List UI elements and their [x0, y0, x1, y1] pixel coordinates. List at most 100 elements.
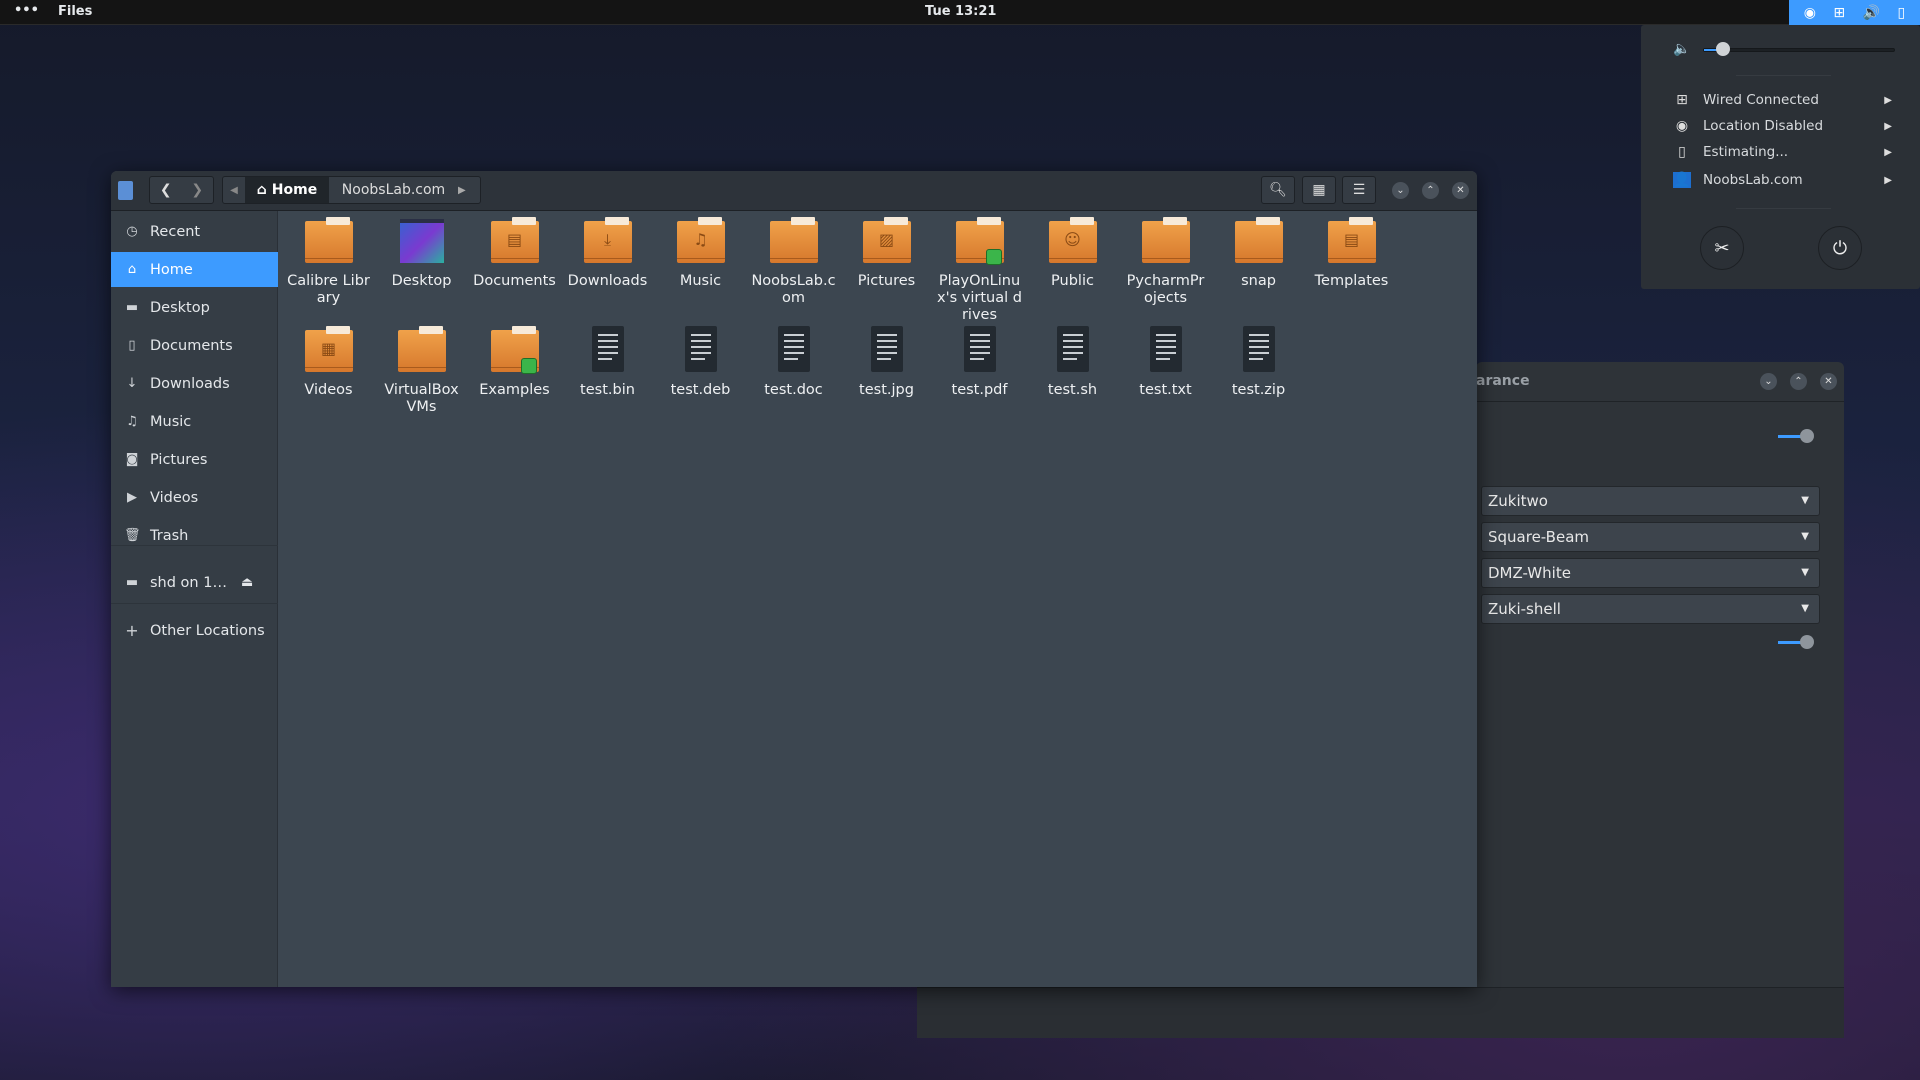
- folder-item[interactable]: ♫ Music: [654, 217, 747, 290]
- folder-icon: ☺: [1048, 217, 1097, 265]
- file-cabinet-icon: [118, 181, 133, 200]
- file-item[interactable]: test.doc: [747, 326, 840, 399]
- folder-item[interactable]: VirtualBox VMs: [375, 326, 468, 416]
- system-tray[interactable]: ◉ ⊞ 🔊 ▯: [1789, 0, 1920, 25]
- folder-item[interactable]: ⤓ Downloads: [561, 217, 654, 290]
- folder-icon: ▤: [1327, 217, 1376, 265]
- folder-item[interactable]: ▤ Documents: [468, 217, 561, 290]
- network-folder-icon: ▬: [125, 575, 139, 590]
- sidebar-item-documents[interactable]: ▯ Documents: [111, 328, 278, 363]
- minimize-button[interactable]: ⌄: [1392, 182, 1409, 199]
- folder-item[interactable]: PycharmProjects: [1119, 217, 1212, 307]
- dropdown-value: Zukitwo: [1488, 492, 1548, 510]
- folder-item[interactable]: NoobsLab.com: [747, 217, 840, 307]
- theme-dropdown[interactable]: Square-Beam ▼: [1481, 522, 1820, 552]
- sidebar-item-trash[interactable]: 🗑 Trash: [111, 518, 278, 553]
- activities-button[interactable]: •••: [14, 3, 39, 18]
- home-icon: ⌂: [256, 182, 267, 198]
- battery-icon: ▯: [1678, 144, 1686, 160]
- path-home[interactable]: ⌂ Home: [245, 177, 329, 203]
- plus-icon: +: [125, 621, 139, 640]
- download-icon: ↓: [126, 376, 138, 391]
- toggle-switch[interactable]: [1778, 635, 1814, 649]
- close-button[interactable]: ✕: [1820, 373, 1837, 390]
- sidebar-item-other-locations[interactable]: + Other Locations: [111, 613, 278, 648]
- search-button[interactable]: 🔍︎: [1261, 176, 1295, 204]
- network-wired-icon: ⊞: [1833, 4, 1846, 21]
- toggle-switch[interactable]: [1778, 429, 1814, 443]
- settings-icon: ✂: [1714, 237, 1730, 259]
- item-label: Downloads: [567, 273, 648, 289]
- theme-dropdown[interactable]: Zuki-shell ▼: [1481, 594, 1820, 624]
- file-item[interactable]: test.zip: [1212, 326, 1305, 399]
- sidebar-item-network-mount[interactable]: ▬ shd on 1… ⏏: [111, 565, 278, 600]
- clock[interactable]: Tue 13:21: [925, 4, 996, 19]
- folder-item[interactable]: Desktop: [375, 217, 468, 290]
- appearance-title: arance: [1476, 373, 1530, 389]
- minimize-button[interactable]: ⌄: [1760, 373, 1777, 390]
- folder-item[interactable]: Calibre Library: [282, 217, 375, 307]
- sidebar-item-label: Downloads: [150, 375, 230, 392]
- sidebar-item-downloads[interactable]: ↓ Downloads: [111, 366, 278, 401]
- back-button[interactable]: ❮: [160, 182, 172, 198]
- sidebar-item-label: Documents: [150, 337, 233, 354]
- sidebar-item-recent[interactable]: ◷ Recent: [111, 214, 278, 249]
- theme-dropdown[interactable]: DMZ-White ▼: [1481, 558, 1820, 588]
- sidebar-item-label: Videos: [150, 489, 199, 506]
- eject-icon[interactable]: ⏏: [241, 575, 253, 590]
- sidebar-item-videos[interactable]: ▶ Videos: [111, 480, 278, 515]
- item-label: Public: [1051, 273, 1094, 289]
- settings-button[interactable]: ✂: [1700, 226, 1744, 270]
- grid-view-button[interactable]: ▦: [1302, 176, 1336, 204]
- menu-button[interactable]: ☰: [1342, 176, 1376, 204]
- file-item[interactable]: test.pdf: [933, 326, 1026, 399]
- folder-item[interactable]: snap: [1212, 217, 1305, 290]
- folder-item[interactable]: ☺ Public: [1026, 217, 1119, 290]
- menu-item-label: Estimating...: [1703, 144, 1789, 160]
- folder-icon: ▨: [862, 217, 911, 265]
- clock-icon: ◷: [126, 224, 138, 239]
- folder-item[interactable]: PlayOnLinux's virtual drives: [933, 217, 1026, 324]
- app-menu[interactable]: Files: [58, 4, 92, 19]
- menu-item-label: NoobsLab.com: [1703, 172, 1803, 188]
- menu-item-noobslab-com[interactable]: 👤 NoobsLab.com ▶: [1641, 168, 1920, 192]
- path-scroll-left[interactable]: ◀: [223, 185, 245, 196]
- sidebar-item-home[interactable]: ⌂ Home: [111, 252, 278, 287]
- item-label: test.zip: [1231, 382, 1286, 398]
- sidebar-item-pictures[interactable]: ◙ Pictures: [111, 442, 278, 477]
- maximize-button[interactable]: ⌃: [1790, 373, 1807, 390]
- chevron-down-icon: ▼: [1801, 567, 1809, 578]
- path-label: Home: [271, 182, 318, 198]
- file-item[interactable]: test.deb: [654, 326, 747, 399]
- menu-item-wired-connected[interactable]: ⊞ Wired Connected ▶: [1641, 88, 1920, 112]
- folder-item[interactable]: Examples: [468, 326, 561, 399]
- item-label: test.bin: [580, 382, 635, 398]
- forward-button[interactable]: ❯: [191, 182, 203, 198]
- menu-item-location-disabled[interactable]: ◉ Location Disabled ▶: [1641, 114, 1920, 138]
- sidebar-item-label: Music: [150, 413, 192, 430]
- sidebar-item-music[interactable]: ♫ Music: [111, 404, 278, 439]
- volume-slider[interactable]: [1703, 42, 1895, 56]
- item-label: VirtualBox VMs: [384, 382, 459, 415]
- folder-item[interactable]: ▨ Pictures: [840, 217, 933, 290]
- item-label: Documents: [473, 273, 556, 289]
- close-button[interactable]: ✕: [1452, 182, 1469, 199]
- file-item[interactable]: test.txt: [1119, 326, 1212, 399]
- document-file-icon: [863, 326, 911, 374]
- folder-item[interactable]: ▦ Videos: [282, 326, 375, 399]
- maximize-button[interactable]: ⌃: [1422, 182, 1439, 199]
- chevron-right-icon: ▶: [1884, 94, 1892, 106]
- file-item[interactable]: test.bin: [561, 326, 654, 399]
- menu-item-estimating-[interactable]: ▯ Estimating... ▶: [1641, 140, 1920, 164]
- folder-item[interactable]: ▤ Templates: [1305, 217, 1398, 290]
- document-icon: ▯: [128, 338, 136, 353]
- path-noobslab[interactable]: NoobsLab.com: [329, 182, 458, 198]
- sidebar-item-desktop[interactable]: ▬ Desktop: [111, 290, 278, 325]
- path-scroll-right[interactable]: ▶: [458, 185, 466, 196]
- power-button[interactable]: ⏻: [1818, 226, 1862, 270]
- folder-icon: ▬: [125, 300, 139, 315]
- file-item[interactable]: test.sh: [1026, 326, 1119, 399]
- file-item[interactable]: test.jpg: [840, 326, 933, 399]
- theme-dropdown[interactable]: Zukitwo ▼: [1481, 486, 1820, 516]
- appearance-window: arance ⌄ ⌃ ✕ Zukitwo ▼ Square-Beam ▼ DMZ-Whi…: [1476, 362, 1844, 987]
